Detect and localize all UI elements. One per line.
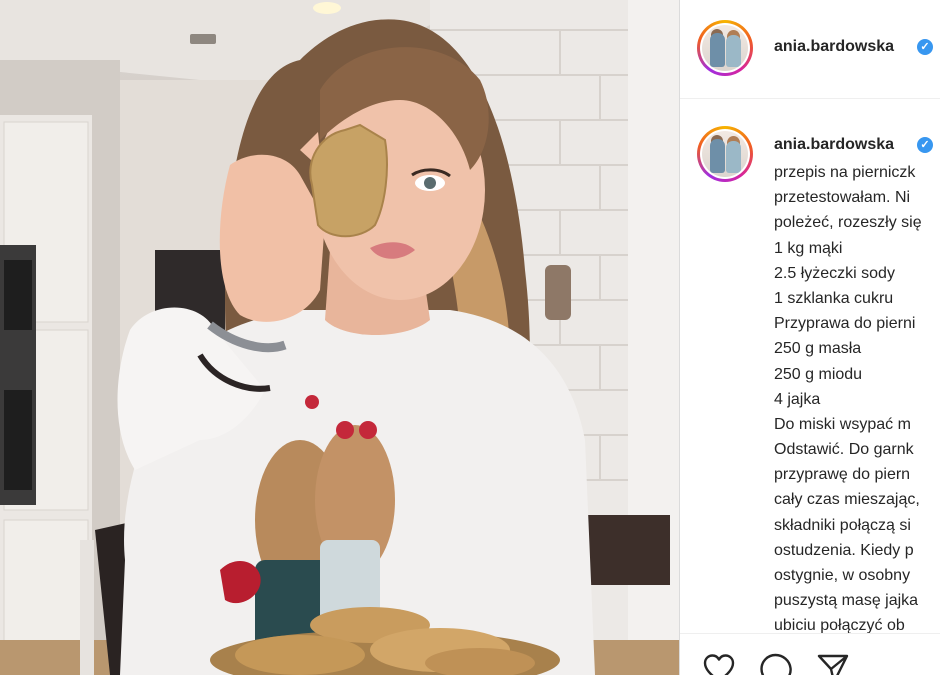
caption-author-username[interactable]: ania.bardowska bbox=[774, 136, 894, 154]
caption-line: 250 g masła bbox=[774, 340, 862, 358]
avatar-photo-icon bbox=[702, 131, 748, 177]
caption-line: 2.5 łyżeczki sody bbox=[774, 264, 895, 282]
caption-line: cały czas mieszając, bbox=[774, 491, 920, 509]
post-side-panel: ania.bardowska ✓ ania.bardowska ✓ przepi… bbox=[679, 0, 940, 675]
heart-icon bbox=[703, 654, 735, 675]
caption-line: 1 kg mąki bbox=[774, 239, 843, 257]
comment-icon bbox=[760, 653, 792, 675]
actions-divider bbox=[680, 633, 940, 634]
caption-line: 4 jajka bbox=[774, 390, 821, 408]
paper-plane-icon bbox=[817, 654, 849, 675]
post-header: ania.bardowska ✓ bbox=[680, 0, 940, 99]
caption-line: składniki połączą si bbox=[774, 516, 911, 534]
post-photo[interactable] bbox=[0, 0, 679, 675]
caption-line: przetestowałam. Ni bbox=[774, 189, 911, 207]
verified-badge-icon: ✓ bbox=[917, 39, 933, 55]
verified-badge-icon: ✓ bbox=[917, 137, 933, 153]
caption-line: poleżeć, rozeszły się bbox=[774, 214, 922, 232]
caption-line: przyprawę do piern bbox=[774, 466, 911, 484]
caption-line: 1 szklanka cukru bbox=[774, 289, 894, 307]
caption-line: ubiciu połączyć ob bbox=[774, 617, 905, 635]
caption-line: ostudzenia. Kiedy p bbox=[774, 541, 914, 559]
post-caption: przepis na pierniczk przetestowałam. Ni … bbox=[774, 160, 940, 639]
caption-line: przepis na pierniczk bbox=[774, 164, 916, 181]
caption-line: Odstawić. Do garnk bbox=[774, 441, 914, 459]
like-button[interactable] bbox=[702, 652, 736, 675]
caption-line: puszystą masę jajka bbox=[774, 592, 919, 610]
caption-author-avatar[interactable] bbox=[697, 126, 753, 182]
author-username[interactable]: ania.bardowska bbox=[774, 38, 894, 56]
caption-line: Do miski wsypać m bbox=[774, 415, 911, 433]
caption-line: Przyprawa do pierni bbox=[774, 315, 916, 333]
share-button[interactable] bbox=[816, 652, 850, 675]
caption-line: 250 g miodu bbox=[774, 365, 863, 383]
author-avatar[interactable] bbox=[697, 20, 753, 76]
avatar-photo-icon bbox=[702, 25, 748, 71]
photo-illustration bbox=[0, 0, 679, 675]
comment-button[interactable] bbox=[759, 652, 793, 675]
caption-line: ostygnie, w osobny bbox=[774, 567, 911, 584]
